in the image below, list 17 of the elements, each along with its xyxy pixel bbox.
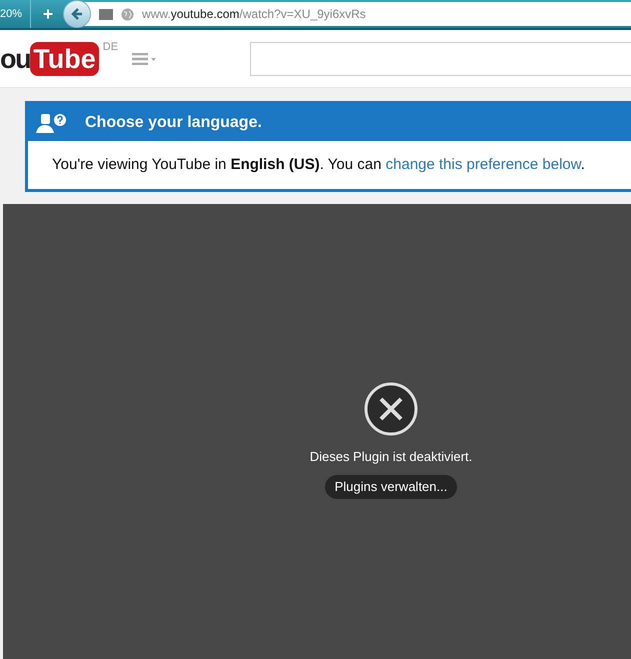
address-bar[interactable]: www.youtube.com/watch?v=XU_9yi6xvRs bbox=[65, 2, 631, 26]
manage-plugins-button[interactable]: Plugins verwalten... bbox=[324, 474, 458, 498]
user-question-icon bbox=[36, 112, 68, 132]
folder-icon bbox=[99, 8, 114, 20]
preference-link[interactable]: change this preference below bbox=[386, 156, 581, 173]
back-button[interactable] bbox=[63, 0, 92, 28]
close-circle-icon bbox=[363, 381, 419, 437]
globe-icon bbox=[121, 8, 134, 20]
zoom-level[interactable]: 20% bbox=[0, 0, 32, 28]
notice-title: Choose your language. bbox=[85, 112, 262, 132]
plugin-message: Dieses Plugin ist deaktiviert. bbox=[310, 448, 472, 466]
url-text: www.youtube.com/watch?v=XU_9yi6xvRs bbox=[142, 6, 366, 23]
region-label: DE bbox=[102, 40, 118, 55]
logo[interactable]: ouTube DE bbox=[0, 39, 118, 80]
notice-message: You're viewing YouTube in English (US). You can change this preference below. bbox=[52, 154, 585, 175]
search-field[interactable] bbox=[250, 42, 631, 76]
new-tab-button[interactable]: + bbox=[31, 0, 66, 28]
